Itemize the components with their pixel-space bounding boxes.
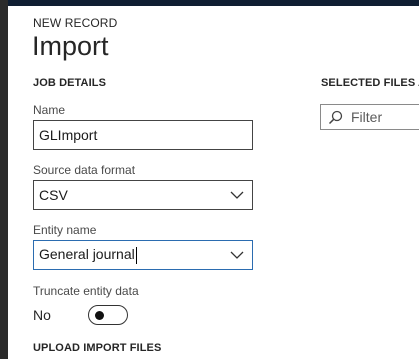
chevron-down-icon[interactable] <box>222 241 252 269</box>
name-field[interactable]: GLImport <box>33 120 253 150</box>
source-data-format-select[interactable]: CSV <box>33 180 253 210</box>
filter-placeholder: Filter <box>351 109 383 125</box>
entity-name-label: Entity name <box>33 223 97 237</box>
name-field-value: GLImport <box>39 127 98 143</box>
selected-files-heading: SELECTED FILES AN <box>321 77 419 89</box>
name-label: Name <box>33 103 66 117</box>
truncate-entity-data-toggle[interactable] <box>88 305 128 325</box>
truncate-entity-data-label: Truncate entity data <box>33 284 139 298</box>
record-type-label: NEW RECORD <box>33 16 118 30</box>
page-title: Import <box>32 31 109 61</box>
search-icon <box>327 109 343 125</box>
truncate-toggle-state: No <box>33 307 51 323</box>
source-data-format-label: Source data format <box>33 163 136 177</box>
entity-name-value: General journal <box>39 246 135 263</box>
toggle-knob <box>95 311 104 320</box>
upload-import-files-heading: UPLOAD IMPORT FILES <box>33 342 162 354</box>
text-cursor <box>135 246 137 264</box>
chevron-down-icon[interactable] <box>222 181 252 209</box>
top-bar <box>0 0 419 6</box>
entity-name-input[interactable]: General journal <box>39 246 222 264</box>
job-details-heading: JOB DETAILS <box>33 77 107 89</box>
source-data-format-value: CSV <box>39 187 68 203</box>
left-rail <box>0 0 8 359</box>
filter-input[interactable]: Filter <box>320 104 419 130</box>
import-page: NEW RECORD Import JOB DETAILS SELECTED F… <box>0 0 419 359</box>
entity-name-select[interactable]: General journal <box>33 240 253 270</box>
